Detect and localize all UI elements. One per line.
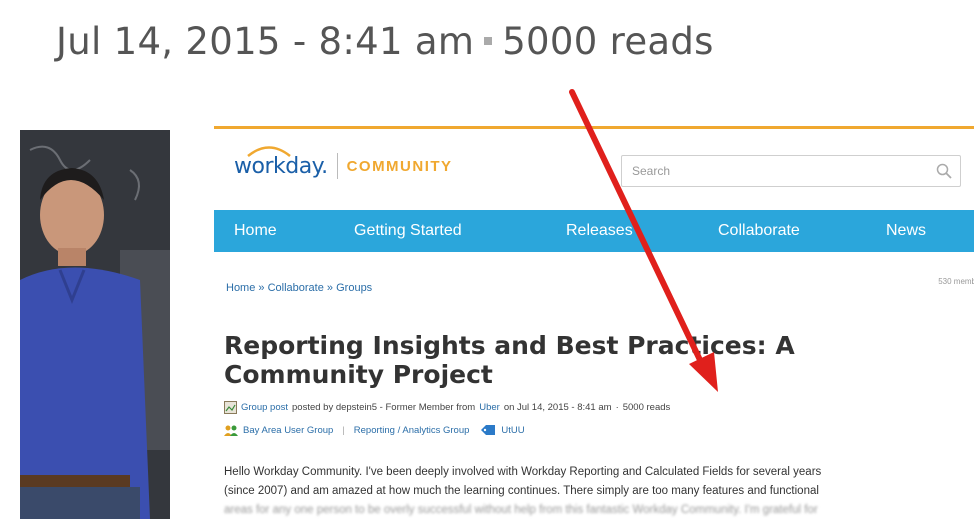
caption-reads: 5000 reads [502,20,714,63]
post-reads: 5000 reads [622,402,671,413]
body-line: Hello Workday Community. I've been deepl… [224,466,822,478]
main-nav: Home Getting Started Releases Collaborat… [214,210,974,252]
body-line: areas for any one person to be overly su… [224,504,818,516]
search-placeholder: Search [632,164,671,178]
meta-separator: · [615,402,619,413]
breadcrumb-home[interactable]: Home [226,282,255,294]
breadcrumb-groups[interactable]: Groups [336,282,372,294]
workday-logo[interactable]: workday. COMMUNITY [234,145,453,179]
logo-divider [336,153,338,179]
logo-community: COMMUNITY [346,157,453,175]
group-icon [224,425,238,436]
post-meta: Group post posted by depstein5 - Former … [224,401,670,414]
breadcrumb-collaborate[interactable]: Collaborate [268,282,324,294]
tag-utuu[interactable]: UtUU [501,425,524,436]
zoomed-caption: Jul 14, 2015 - 8:41 am 5000 reads [56,20,714,63]
article-title: Reporting Insights and Best Practices: A… [224,331,795,389]
body-line: (since 2007) and am amazed at how much t… [224,485,819,497]
nav-collaborate[interactable]: Collaborate [718,222,800,240]
nav-getting-started[interactable]: Getting Started [354,222,462,240]
member-count: 530 memb [938,277,974,286]
tag-bay-area-user-group[interactable]: Bay Area User Group [243,425,333,436]
site-header: workday. COMMUNITY Search [214,129,974,207]
search-input[interactable]: Search [621,155,961,187]
logo-arc-icon [247,145,291,157]
posted-by-text: posted by depstein5 - Former Member from [292,402,476,413]
breadcrumb-separator: » [258,282,265,294]
video-frame: Jul 14, 2015 - 8:41 am 5000 reads workda… [0,0,974,519]
tag-separator: | [342,424,345,436]
tag-icon [481,425,496,435]
breadcrumb: Home » Collaborate » Groups [226,282,372,294]
presenter-photo [20,130,170,519]
caption-date: Jul 14, 2015 - 8:41 am [56,20,475,63]
post-date: on Jul 14, 2015 - 8:41 am [503,402,612,413]
presenter-figure [20,130,170,519]
webpage-screenshot: workday. COMMUNITY Search Home Getting S… [214,126,974,519]
logo-word-text: workday. [234,153,328,179]
nav-news[interactable]: News [886,222,926,240]
post-type-link[interactable]: Group post [241,402,288,413]
group-tags: Bay Area User Group | Reporting / Analyt… [224,424,525,436]
nav-home[interactable]: Home [234,222,277,240]
nav-releases[interactable]: Releases [566,222,633,240]
logo-word: workday. [234,145,328,179]
caption-separator [484,36,493,45]
group-post-icon [224,401,237,414]
company-link[interactable]: Uber [479,402,500,413]
search-icon[interactable] [936,163,952,179]
breadcrumb-separator: » [326,282,334,294]
tag-reporting-analytics-group[interactable]: Reporting / Analytics Group [354,425,470,436]
article-body: Hello Workday Community. I've been deepl… [224,463,972,519]
